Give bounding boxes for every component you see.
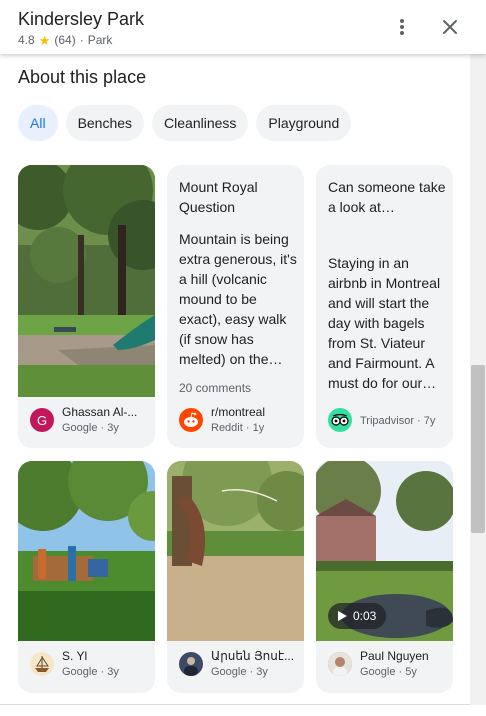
close-button[interactable]: [437, 14, 463, 40]
reddit-logo: [184, 412, 198, 427]
author-source: Google · 3y: [211, 666, 268, 678]
place-category: Park: [87, 33, 113, 47]
more-vert-icon: [400, 19, 404, 35]
chip-playground[interactable]: Playground: [256, 105, 352, 141]
avatar-photo: [184, 657, 198, 676]
avatar: [30, 652, 54, 676]
tripadvisor-icon: [328, 408, 352, 432]
post-title: Mount Royal Question: [179, 179, 258, 215]
section-title: About this place: [18, 67, 147, 87]
author-name: Ghassan Al-...: [62, 405, 138, 419]
rating-value: 4.8: [18, 33, 35, 47]
chip-cleanliness[interactable]: Cleanliness: [152, 105, 249, 141]
ship-icon: [35, 656, 49, 672]
slide-photo: [167, 461, 304, 641]
author-name: r/montreal: [211, 405, 266, 419]
photo-card[interactable]: S. Yl Google · 3y: [18, 461, 155, 693]
author-source: Google · 5y: [360, 666, 417, 678]
card-meta: Paul Nguyen Google · 5y: [316, 641, 453, 693]
reddit-icon: [179, 408, 203, 432]
avatar-photo: [328, 652, 352, 676]
author-name: Paul Nguyen: [360, 649, 429, 663]
author-source: Reddit · 1y: [211, 422, 265, 434]
avatar: [179, 652, 203, 676]
post-title: Can someone take a look at…: [328, 179, 446, 215]
author-name: Tripadvisor · 7y: [360, 415, 436, 427]
park-photo: [18, 165, 155, 397]
card-meta: Արսեն Յոսէ... Google · 3y: [167, 641, 304, 693]
card-meta: r/montreal Reddit · 1y: [167, 397, 304, 448]
video-duration-badge[interactable]: 0:03: [328, 603, 387, 629]
author-name: S. Yl: [62, 649, 88, 663]
author-source: Google · 3y: [62, 666, 119, 678]
author-source: Google · 3y: [62, 422, 119, 434]
avatar: [328, 652, 352, 676]
card-meta: S. Yl Google · 3y: [18, 641, 155, 693]
play-icon: [338, 611, 347, 621]
close-icon: [443, 20, 457, 34]
tripadvisor-logo: [331, 413, 349, 426]
place-subtitle: 4.8 ★ (64) · Park: [18, 33, 112, 47]
playground-photo: [18, 461, 155, 641]
author-name: Արսեն Յոսէ...: [211, 649, 295, 663]
video-card[interactable]: 0:03 Paul Nguyen Google · 5y: [316, 461, 453, 693]
card-meta: Tripadvisor · 7y: [316, 397, 453, 448]
avatar: G: [30, 408, 54, 432]
place-header: Kindersley Park 4.8 ★ (64) · Park: [0, 0, 486, 54]
video-duration: 0:03: [353, 609, 377, 623]
post-body: Staying in an airbnb in Montreal and wil…: [328, 255, 441, 391]
scrollbar-thumb[interactable]: [471, 365, 485, 533]
place-title: Kindersley Park: [18, 9, 145, 29]
card-meta: G Ghassan Al-... Google · 3y: [18, 397, 155, 448]
subtitle-separator: ·: [79, 33, 84, 47]
post-card[interactable]: Mount Royal Question Mountain is being e…: [167, 165, 304, 448]
star-icon: ★: [38, 32, 51, 48]
post-card[interactable]: Can someone take a look at… Staying in a…: [316, 165, 453, 448]
more-options-button[interactable]: [389, 14, 415, 40]
filter-chips: All Benches Cleanliness Playground: [18, 105, 352, 141]
comment-count: 20 comments: [179, 381, 252, 395]
review-count[interactable]: (64): [54, 33, 75, 47]
chip-all[interactable]: All: [18, 105, 58, 141]
bottom-divider: [0, 704, 470, 705]
photo-card[interactable]: G Ghassan Al-... Google · 3y: [18, 165, 155, 448]
photo-card[interactable]: Արսեն Յոսէ... Google · 3y: [167, 461, 304, 693]
post-body: Mountain is being extra generous, it's a…: [179, 231, 297, 367]
chip-benches[interactable]: Benches: [65, 105, 145, 141]
avatar-letter: G: [36, 412, 48, 428]
